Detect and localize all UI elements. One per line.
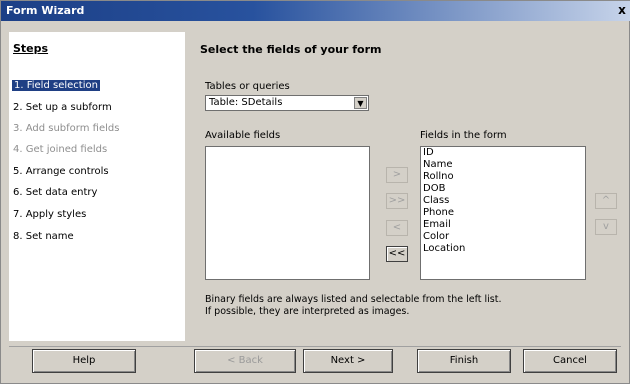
tables-label: Tables or queries (205, 81, 290, 92)
list-item[interactable]: Phone (421, 207, 585, 219)
tables-select[interactable]: Table: SDetails ▼ (205, 95, 369, 111)
note-line-1: Binary fields are always listed and sele… (205, 294, 502, 305)
available-fields-label: Available fields (205, 130, 281, 141)
step-set-name[interactable]: 8. Set name (13, 231, 74, 242)
list-item[interactable]: Color (421, 231, 585, 243)
title-bar[interactable]: Form Wizard x (1, 1, 630, 21)
list-item[interactable]: DOB (421, 183, 585, 195)
list-item[interactable]: Rollno (421, 171, 585, 183)
step-get-joined-fields: 4. Get joined fields (13, 144, 108, 155)
fields-in-form-label: Fields in the form (420, 130, 507, 141)
help-button[interactable]: Help (32, 349, 136, 373)
binary-fields-note: Binary fields are always listed and sele… (205, 294, 501, 318)
list-item[interactable]: Location (421, 243, 585, 255)
move-down-button[interactable]: v (595, 219, 617, 235)
add-all-fields-button[interactable]: >> (386, 193, 408, 209)
remove-all-fields-button[interactable]: << (386, 246, 408, 262)
step-set-data-entry[interactable]: 6. Set data entry (13, 187, 97, 198)
step-field-selection[interactable]: 1. Field selection (12, 80, 100, 91)
available-fields-list[interactable] (205, 146, 370, 280)
steps-pane: Steps 1. Field selection 2. Set up a sub… (9, 32, 185, 341)
list-item[interactable]: Name (421, 159, 585, 171)
next-button[interactable]: Next > (303, 349, 393, 373)
step-add-subform-fields: 3. Add subform fields (13, 123, 120, 134)
cancel-button[interactable]: Cancel (523, 349, 617, 373)
form-wizard-window: Form Wizard x Steps 1. Field selection 2… (0, 0, 630, 384)
remove-field-button[interactable]: < (386, 220, 408, 236)
step-arrange-controls[interactable]: 5. Arrange controls (13, 166, 109, 177)
add-field-button[interactable]: > (386, 167, 408, 183)
list-item[interactable]: Email (421, 219, 585, 231)
step-set-up-subform[interactable]: 2. Set up a subform (13, 102, 112, 113)
back-button: < Back (194, 349, 296, 373)
list-item[interactable]: Class (421, 195, 585, 207)
move-up-button[interactable]: ^ (595, 193, 617, 209)
footer-divider (9, 346, 621, 347)
fields-in-form-list[interactable]: ID Name Rollno DOB Class Phone Email Col… (420, 146, 586, 280)
note-line-2: If possible, they are interpreted as ima… (205, 306, 410, 317)
page-heading: Select the fields of your form (200, 43, 382, 56)
step-apply-styles[interactable]: 7. Apply styles (13, 209, 86, 220)
steps-heading: Steps (13, 42, 49, 55)
window-title: Form Wizard (6, 4, 85, 17)
dropdown-arrow-icon[interactable]: ▼ (354, 97, 367, 109)
tables-select-value: Table: SDetails (209, 97, 283, 108)
list-item[interactable]: ID (421, 147, 585, 159)
finish-button[interactable]: Finish (417, 349, 511, 373)
close-icon[interactable]: x (615, 3, 629, 17)
